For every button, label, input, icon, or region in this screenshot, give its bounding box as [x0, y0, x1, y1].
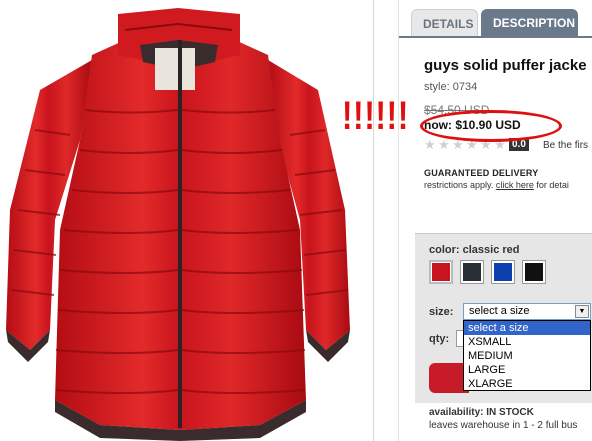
delivery-details-link[interactable]: click here [496, 180, 534, 190]
size-select-value: select a size [469, 305, 530, 317]
swatch-dark-grey[interactable] [460, 260, 484, 284]
availability-shipping: leaves warehouse in 1 - 2 full bus [429, 420, 578, 431]
color-swatches [429, 260, 546, 284]
exclamation-annotation: !!!!!! [342, 94, 410, 138]
image-divider [373, 0, 374, 441]
size-option-xsmall[interactable]: XSMALL [464, 335, 590, 349]
write-review-link[interactable]: Be the firs [543, 140, 588, 151]
size-option-large[interactable]: LARGE [464, 363, 590, 377]
swatch-fill [432, 263, 450, 281]
product-tabs: DETAILS DESCRIPTION [411, 9, 581, 37]
availability-status: availability: IN STOCK [429, 407, 534, 418]
size-option-select[interactable]: select a size [464, 321, 590, 335]
star-icon: ★ [438, 137, 450, 152]
star-icon: ★ [424, 137, 436, 152]
delivery-prefix: restrictions apply. [424, 180, 496, 190]
swatch-black[interactable] [522, 260, 546, 284]
size-label: size: [429, 306, 454, 318]
chevron-down-icon[interactable]: ▼ [575, 305, 589, 318]
swatch-fill [494, 263, 512, 281]
size-option-medium[interactable]: MEDIUM [464, 349, 590, 363]
price-highlight-circle [420, 110, 562, 142]
delivery-restrictions: restrictions apply. click here for detai [424, 180, 569, 190]
swatch-fill [463, 263, 481, 281]
guaranteed-delivery-title: GUARANTEED DELIVERY [424, 168, 539, 178]
delivery-suffix: for detai [533, 180, 569, 190]
swatch-blue[interactable] [491, 260, 515, 284]
qty-label: qty: [429, 333, 450, 345]
panel-divider [398, 0, 399, 441]
swatch-classic-red[interactable] [429, 260, 453, 284]
size-select[interactable]: select a size ▼ [463, 303, 591, 320]
color-label: color: classic red [429, 244, 520, 256]
tab-details[interactable]: DETAILS [411, 9, 478, 37]
swatch-fill [525, 263, 543, 281]
jacket-illustration [6, 8, 350, 441]
tab-underline [399, 36, 592, 38]
tab-description[interactable]: DESCRIPTION [481, 9, 578, 37]
product-style-number: style: 0734 [424, 81, 478, 93]
size-option-xlarge[interactable]: XLARGE [464, 377, 590, 391]
product-title: guys solid puffer jacke [424, 57, 587, 74]
size-dropdown-list: select a size XSMALL MEDIUM LARGE XLARGE [463, 320, 591, 391]
product-image[interactable] [0, 0, 373, 441]
